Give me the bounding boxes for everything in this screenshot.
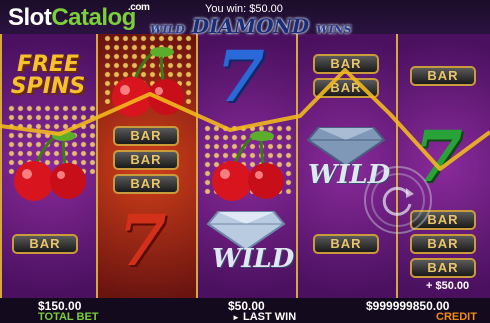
logo-slot-text: Slot (8, 4, 52, 31)
reels-area: FREE SPINS BAR BAR BAR BAR 7 7 WILD BAR … (0, 34, 490, 298)
total-bet-label: TOTAL BET (38, 311, 99, 323)
slotcatalog-logo: SlotCatalog .com (8, 2, 150, 32)
bottom-bar: $150.00 TOTAL BET $50.00 ► LAST WIN $999… (0, 298, 490, 323)
title-wild: WILD (150, 23, 185, 36)
title-wins: WINS (316, 23, 352, 36)
game-title: WILD DIAMOND WINS (150, 14, 352, 38)
title-diamond: DIAMOND (191, 14, 310, 38)
top-bar: SlotCatalog .com You win: $50.00 WILD DI… (0, 0, 490, 38)
spin-button[interactable] (362, 164, 434, 236)
credit-label: CREDIT (436, 311, 477, 323)
last-win-label: ► LAST WIN (232, 311, 296, 323)
logo-com-text: .com (128, 2, 150, 13)
play-icon: ► (232, 313, 240, 322)
last-win-label-text: LAST WIN (242, 311, 297, 323)
logo-catalog-text: Catalog (51, 4, 136, 31)
slot-game-screen: SlotCatalog .com You win: $50.00 WILD DI… (0, 0, 490, 323)
line-win-amount: + $50.00 (426, 280, 470, 292)
